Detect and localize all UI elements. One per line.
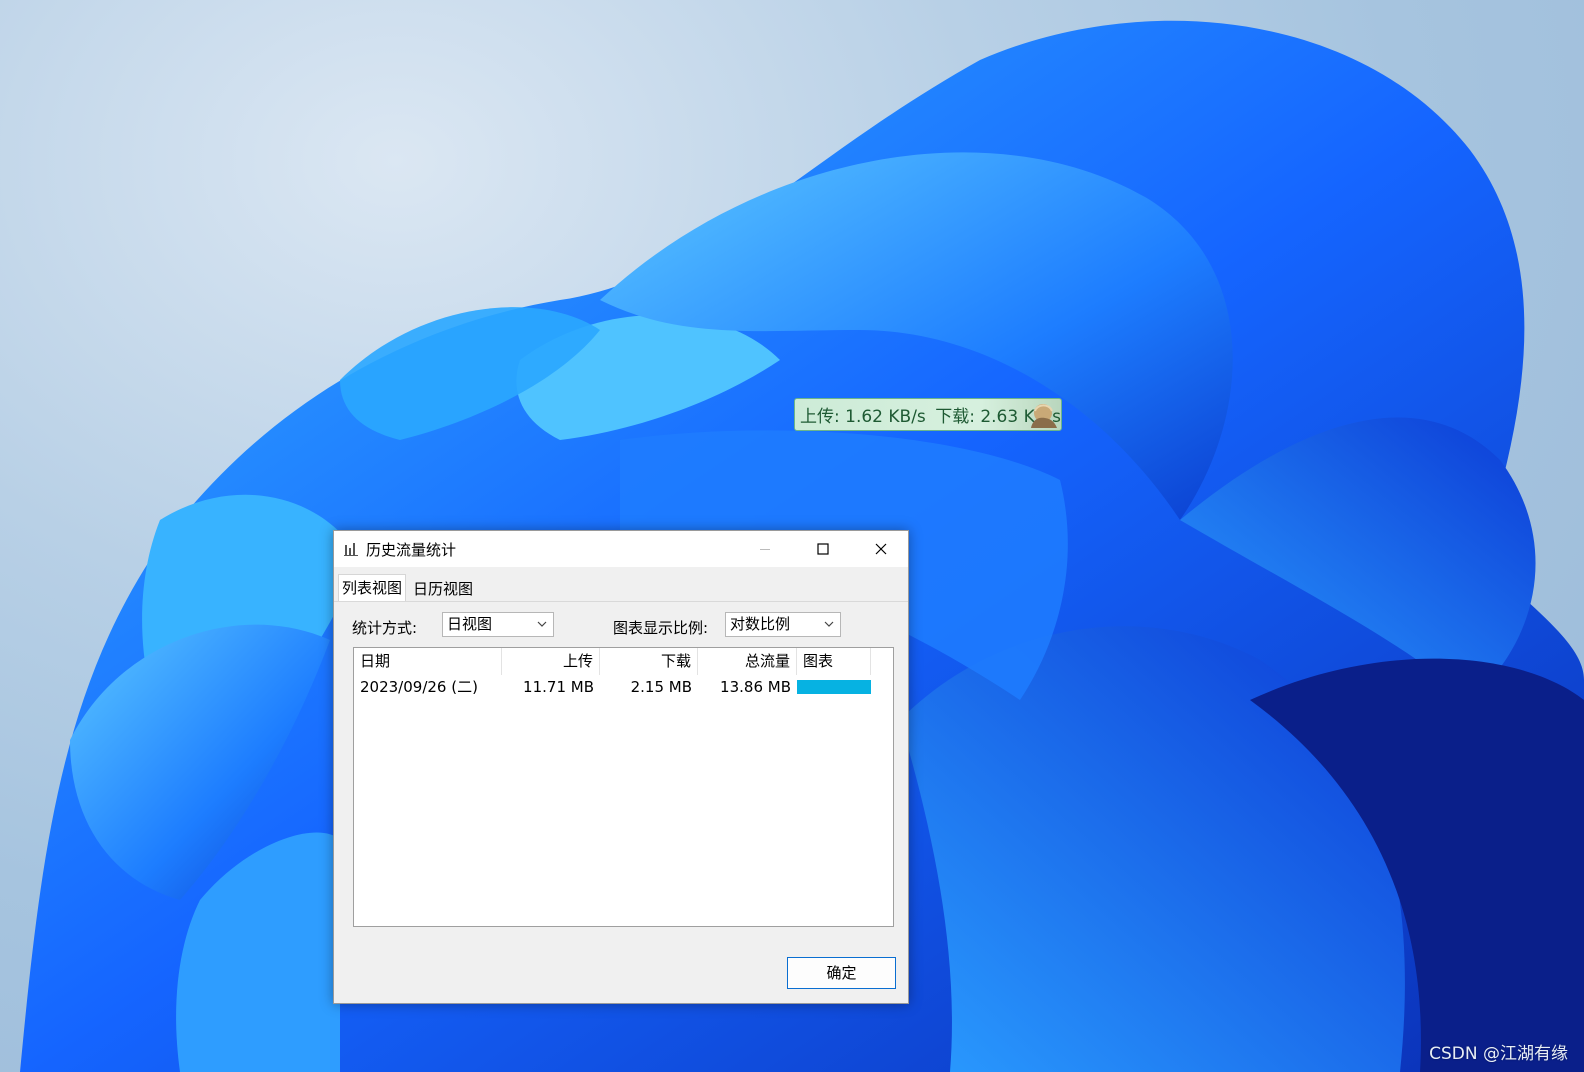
stat-method-label: 统计方式: xyxy=(352,619,418,637)
column-header-chart[interactable]: 图表 xyxy=(797,648,871,675)
stat-method-dropdown[interactable]: 日视图 xyxy=(442,612,554,637)
column-header-download[interactable]: 下载 xyxy=(600,648,698,675)
anime-character-icon xyxy=(1031,404,1057,428)
desktop-background: 上传: 1.62 KB/s 下载: 2.63 KB/s 历史流量统计 列表视图 … xyxy=(0,0,1584,1072)
stat-method-value: 日视图 xyxy=(447,615,493,633)
row-total: 13.86 MB xyxy=(720,678,791,696)
row-traffic-bar xyxy=(797,680,871,694)
chart-scale-label: 图表显示比例: xyxy=(613,619,709,637)
chevron-down-icon xyxy=(537,621,547,627)
bar-chart-icon xyxy=(344,543,358,556)
row-date: 2023/09/26 (二) xyxy=(360,678,478,696)
close-button[interactable] xyxy=(852,531,910,567)
view-tabs: 列表视图 日历视图 xyxy=(334,567,908,601)
chart-scale-value: 对数比例 xyxy=(730,615,791,633)
chevron-down-icon xyxy=(824,621,834,627)
row-upload: 11.71 MB xyxy=(523,678,594,696)
minimize-icon xyxy=(760,549,770,550)
title-bar[interactable]: 历史流量统计 xyxy=(334,531,908,567)
dialog-title: 历史流量统计 xyxy=(366,541,457,559)
maximize-button[interactable] xyxy=(794,531,852,567)
column-header-date[interactable]: 日期 xyxy=(354,648,502,675)
maximize-icon xyxy=(817,543,829,555)
ok-button[interactable]: 确定 xyxy=(787,957,896,989)
column-header-upload[interactable]: 上传 xyxy=(502,648,600,675)
watermark-text: CSDN @江湖有缘 xyxy=(1429,1044,1568,1064)
row-download: 2.15 MB xyxy=(630,678,692,696)
chart-scale-dropdown[interactable]: 对数比例 xyxy=(725,612,841,637)
list-header: 日期 上传 下载 总流量 图表 xyxy=(354,648,893,675)
traffic-history-dialog: 历史流量统计 列表视图 日历视图 统计方式: 日视图 图表显示比例: 对数比例 xyxy=(333,530,909,1004)
tab-calendar-view[interactable]: 日历视图 xyxy=(410,576,476,601)
close-icon xyxy=(875,543,887,555)
table-row[interactable]: 2023/09/26 (二) 11.71 MB 2.15 MB 13.86 MB xyxy=(354,675,893,700)
speed-widget[interactable]: 上传: 1.62 KB/s 下载: 2.63 KB/s xyxy=(794,398,1062,431)
traffic-list[interactable]: 日期 上传 下载 总流量 图表 2023/09/26 (二) 11.71 MB … xyxy=(353,647,894,927)
upload-speed-text: 上传: 1.62 KB/s xyxy=(800,407,926,427)
column-header-total[interactable]: 总流量 xyxy=(698,648,797,675)
tab-list-view[interactable]: 列表视图 xyxy=(338,574,407,601)
minimize-button[interactable] xyxy=(736,531,794,567)
tab-divider xyxy=(334,601,908,602)
